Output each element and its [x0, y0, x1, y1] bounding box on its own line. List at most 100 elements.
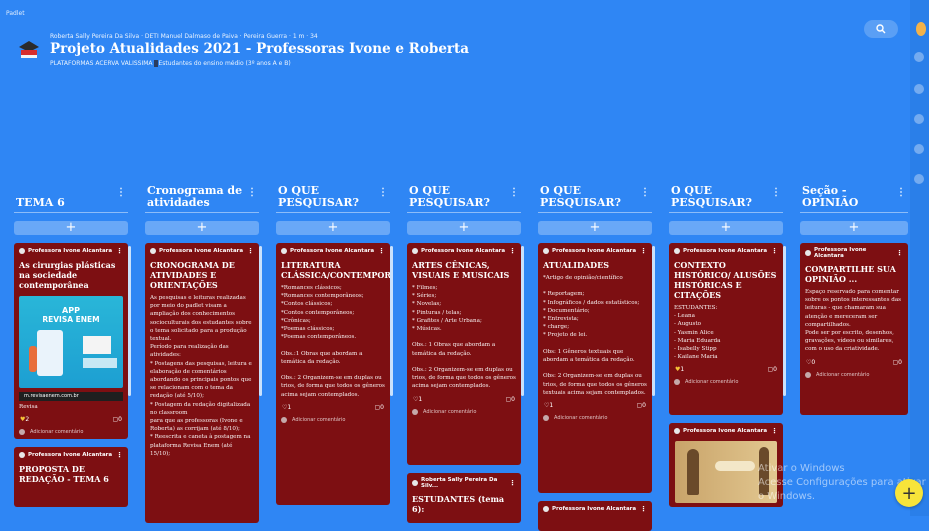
add-post-button[interactable]: + — [407, 221, 521, 235]
post-menu-icon[interactable]: ⋮ — [771, 247, 778, 255]
post-author: Professora Ivone Alcantara ⋮ — [14, 447, 128, 461]
column-menu-icon[interactable]: ⋮ — [640, 187, 650, 212]
post-menu-icon[interactable]: ⋮ — [640, 505, 647, 513]
column-menu-icon[interactable]: ⋮ — [896, 187, 906, 212]
app-tag[interactable]: Padlet — [6, 10, 25, 17]
board-title: Projeto Atualidades 2021 - Professoras I… — [50, 41, 470, 57]
column-menu-icon[interactable]: ⋮ — [116, 187, 126, 212]
column-o-que-pesquisar-1: O QUE PESQUISAR? ⋮ + Professora Ivone Al… — [276, 178, 390, 505]
post-card[interactable]: Professora Ivone Alcantara ⋮ CONTEXTO HIS… — [669, 243, 783, 415]
post-card[interactable]: Professora Ivone Alcantara ⋮ ATUALIDADES … — [538, 243, 652, 493]
add-comment-row[interactable]: Adicionar comentário — [407, 406, 521, 421]
column-menu-icon[interactable]: ⋮ — [509, 187, 519, 212]
post-author: Professora Ivone Alcantara ⋮ — [669, 243, 783, 257]
comment-count: ▢0 — [505, 395, 516, 403]
column-menu-icon[interactable]: ⋮ — [247, 187, 257, 212]
column-title[interactable]: TEMA 6 — [16, 197, 65, 212]
like-button[interactable]: ♥2 — [20, 416, 29, 423]
like-button[interactable]: ♡0 — [806, 359, 815, 366]
author-avatar — [281, 248, 287, 254]
column-title[interactable]: Cronograma de atividades — [147, 185, 247, 212]
author-avatar — [543, 506, 549, 512]
column-header: O QUE PESQUISAR? ⋮ — [276, 178, 390, 213]
column-title[interactable]: Seção - OPINIÃO — [802, 185, 896, 212]
post-title: ARTES CÊNICAS, VISUAIS E MUSICAIS — [412, 260, 510, 280]
post-reactions: ♥1 ▢0 — [669, 363, 783, 376]
comment-count: ▢0 — [767, 366, 778, 374]
add-comment-row[interactable]: Adicionar comentário — [14, 426, 128, 439]
post-menu-icon[interactable]: ⋮ — [509, 479, 516, 487]
post-link-image[interactable]: APP REVISA ENEM — [19, 296, 123, 388]
board-subtitle: PLATAFORMAS ACERVA VALISSIMA Estudantes … — [50, 60, 291, 67]
image-figure — [687, 449, 699, 495]
author-avatar — [674, 248, 680, 254]
post-menu-icon[interactable]: ⋮ — [247, 247, 254, 255]
post-card[interactable]: Professora Ivone Alcantara ⋮ CRONOGRAMA D… — [145, 243, 259, 523]
search-button[interactable] — [864, 20, 898, 38]
column-title[interactable]: O QUE PESQUISAR? — [671, 185, 771, 212]
post-author: Professora Ivone Alcantara ⋮ — [14, 243, 128, 257]
add-post-button[interactable]: + — [14, 221, 128, 235]
add-post-button[interactable]: + — [276, 221, 390, 235]
add-post-fab-button[interactable]: + — [895, 479, 923, 507]
post-title: As cirurgias plásticas na sociedade cont… — [19, 260, 116, 290]
post-card[interactable]: Professora Ivone Alcantara ⋮ LITERATURA C… — [276, 243, 390, 505]
post-card[interactable]: Professora Ivone Alcantara ⋮ ARTES CÊNICA… — [407, 243, 521, 465]
add-comment-row[interactable]: Adicionar comentário — [800, 369, 908, 384]
post-menu-icon[interactable]: ⋮ — [771, 427, 778, 435]
add-post-button[interactable]: + — [800, 221, 908, 235]
post-card[interactable]: Professora Ivone Alcantara ⋮ — [538, 501, 652, 531]
more-icon[interactable] — [914, 174, 924, 184]
column-scrollbar[interactable] — [128, 246, 131, 396]
settings-icon[interactable] — [914, 144, 924, 154]
post-body: *Artigo de opinião/científico * Reportag… — [543, 275, 647, 396]
column-scrollbar[interactable] — [259, 246, 262, 396]
post-menu-icon[interactable]: ⋮ — [116, 247, 123, 255]
add-comment-row[interactable]: Adicionar comentário — [276, 414, 390, 429]
post-menu-icon[interactable]: ⋮ — [509, 247, 516, 255]
add-post-button[interactable]: + — [538, 221, 652, 235]
post-author: Professora Ivone Alcantara ⋮ — [538, 243, 652, 257]
post-menu-icon[interactable]: ⋮ — [378, 247, 385, 255]
column-scrollbar[interactable] — [521, 246, 524, 396]
post-card[interactable]: Professora Ivone Alcantara ⋮ COMPARTILHE … — [800, 243, 908, 415]
like-button[interactable]: ♡1 — [413, 396, 422, 403]
post-menu-icon[interactable]: ⋮ — [640, 247, 647, 255]
like-button[interactable]: ♡1 — [544, 402, 553, 409]
download-icon[interactable] — [914, 114, 924, 124]
add-post-button[interactable]: + — [669, 221, 783, 235]
like-button[interactable]: ♡1 — [282, 404, 291, 411]
user-avatar[interactable] — [916, 22, 926, 36]
column-scrollbar[interactable] — [783, 246, 786, 396]
comment-count: ▢0 — [636, 402, 647, 410]
post-menu-icon[interactable]: ⋮ — [896, 249, 903, 257]
post-reactions: ♡1 ▢0 — [407, 393, 521, 406]
add-post-button[interactable]: + — [145, 221, 259, 235]
post-card[interactable]: Professora Ivone Alcantara ⋮ As cirurgias… — [14, 243, 128, 439]
column-header: O QUE PESQUISAR? ⋮ — [669, 178, 783, 213]
post-body: *Romances clássicos; *Romances contempor… — [281, 285, 385, 398]
add-comment-row[interactable]: Adicionar comentário — [669, 376, 783, 391]
author-avatar — [805, 250, 811, 256]
column-title[interactable]: O QUE PESQUISAR? — [409, 185, 509, 212]
image-building — [83, 336, 111, 354]
right-toolbar — [910, 0, 929, 516]
post-card[interactable]: Professora Ivone Alcantara ⋮ PROPOSTA DE … — [14, 447, 128, 507]
like-button[interactable]: ♥1 — [675, 366, 684, 373]
column-scrollbar[interactable] — [652, 246, 655, 396]
post-menu-icon[interactable]: ⋮ — [116, 451, 123, 459]
post-title: COMPARTILHE SUA OPINIÃO ... — [805, 264, 896, 284]
add-comment-row[interactable]: Adicionar comentário — [538, 412, 652, 427]
column-menu-icon[interactable]: ⋮ — [378, 187, 388, 212]
column-title[interactable]: O QUE PESQUISAR? — [278, 185, 378, 212]
column-header: Cronograma de atividades ⋮ — [145, 178, 259, 213]
column-scrollbar[interactable] — [390, 246, 393, 396]
post-link-url[interactable]: m.revisaenem.com.br — [19, 392, 123, 401]
column-title[interactable]: O QUE PESQUISAR? — [540, 185, 640, 212]
share-icon[interactable] — [914, 52, 924, 62]
post-title: PROPOSTA DE REDAÇÃO - TEMA 6 — [19, 464, 109, 484]
column-menu-icon[interactable]: ⋮ — [771, 187, 781, 212]
remake-icon[interactable] — [914, 84, 924, 94]
commenter-avatar — [543, 415, 549, 422]
post-title: CONTEXTO HISTÓRICO/ ALUSÕES HISTÓRICAS E… — [674, 260, 777, 300]
